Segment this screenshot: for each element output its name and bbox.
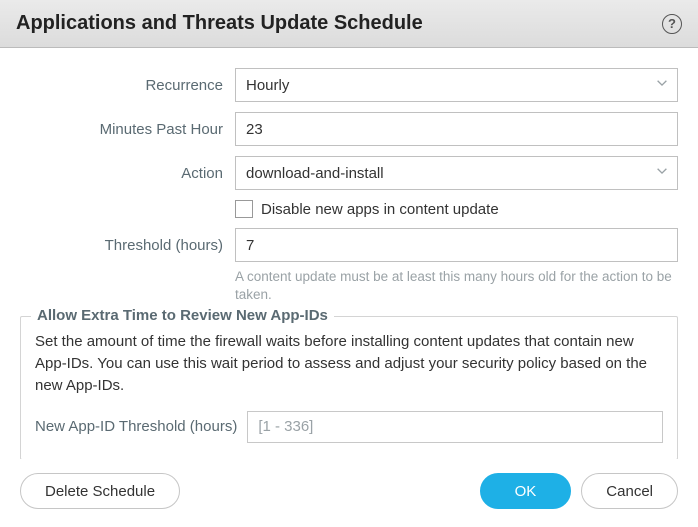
threshold-label: Threshold (hours) <box>20 237 235 254</box>
minutes-past-hour-label: Minutes Past Hour <box>20 121 235 138</box>
disable-new-apps-checkbox[interactable] <box>235 200 253 218</box>
section-legend: Allow Extra Time to Review New App-IDs <box>31 307 334 324</box>
new-app-id-threshold-label: New App-ID Threshold (hours) <box>35 418 237 435</box>
dialog-title: Applications and Threats Update Schedule <box>16 12 423 35</box>
delete-schedule-button[interactable]: Delete Schedule <box>20 473 180 509</box>
action-select[interactable]: download-and-install <box>235 156 678 190</box>
threshold-hint: A content update must be at least this m… <box>235 268 678 304</box>
action-value: download-and-install <box>246 165 384 182</box>
minutes-past-hour-input[interactable] <box>235 112 678 146</box>
threshold-input[interactable] <box>235 228 678 262</box>
action-row: Action download-and-install <box>20 156 678 190</box>
new-app-id-threshold-input[interactable] <box>247 411 663 443</box>
chevron-down-icon <box>655 164 669 183</box>
threshold-hint-row: A content update must be at least this m… <box>20 268 678 304</box>
dialog-footer: Delete Schedule OK Cancel <box>0 459 698 527</box>
action-label: Action <box>20 165 235 182</box>
section-description: Set the amount of time the firewall wait… <box>35 331 663 396</box>
dialog-body: Recurrence Hourly Minutes Past Hour Acti… <box>0 48 698 459</box>
recurrence-select[interactable]: Hourly <box>235 68 678 102</box>
ok-button[interactable]: OK <box>480 473 572 509</box>
disable-new-apps-row: Disable new apps in content update <box>20 200 678 218</box>
recurrence-row: Recurrence Hourly <box>20 68 678 102</box>
dialog-header: Applications and Threats Update Schedule… <box>0 0 698 48</box>
chevron-down-icon <box>655 76 669 95</box>
update-schedule-dialog: Applications and Threats Update Schedule… <box>0 0 698 527</box>
help-icon[interactable]: ? <box>662 14 682 34</box>
cancel-button[interactable]: Cancel <box>581 473 678 509</box>
recurrence-label: Recurrence <box>20 77 235 94</box>
threshold-row: Threshold (hours) <box>20 228 678 262</box>
recurrence-value: Hourly <box>246 77 289 94</box>
minutes-past-hour-row: Minutes Past Hour <box>20 112 678 146</box>
new-app-id-threshold-row: New App-ID Threshold (hours) <box>35 411 663 443</box>
allow-extra-time-section: Allow Extra Time to Review New App-IDs S… <box>20 316 678 459</box>
disable-new-apps-label: Disable new apps in content update <box>261 201 499 218</box>
